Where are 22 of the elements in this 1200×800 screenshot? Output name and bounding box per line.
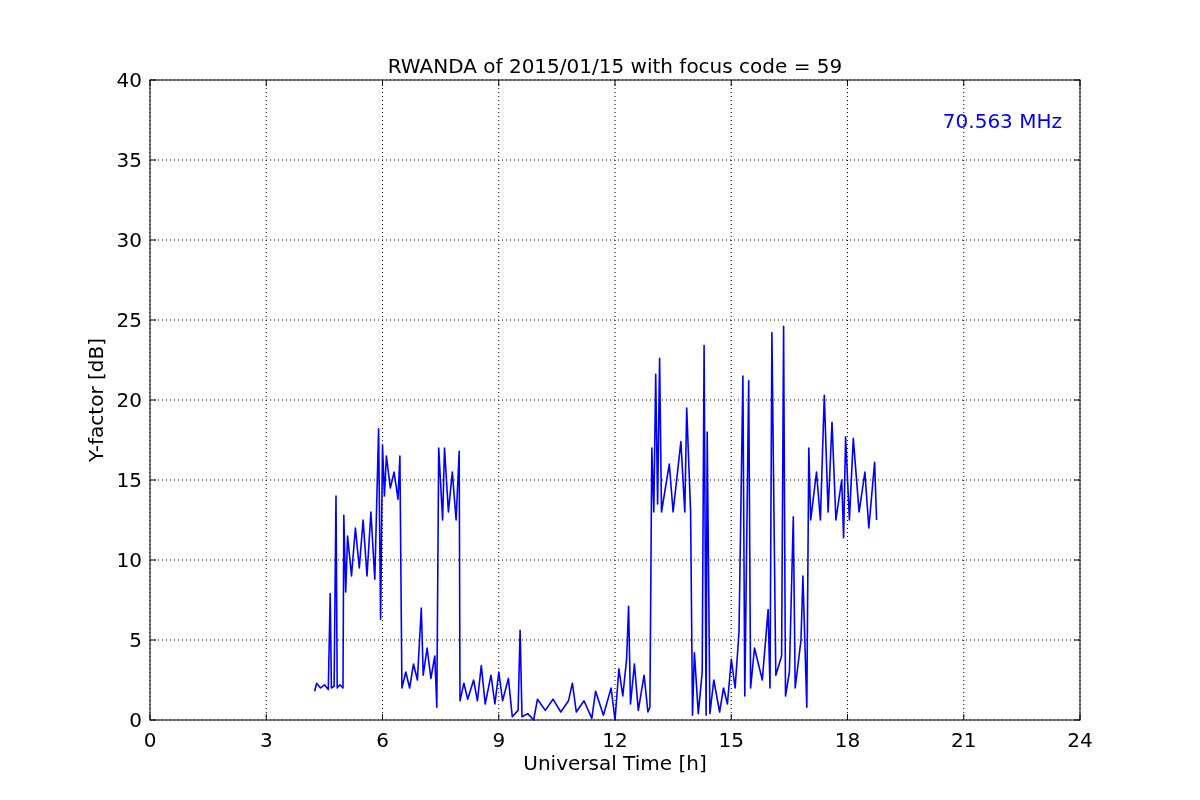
tick-label: 0 (129, 708, 142, 732)
tick-label: 6 (376, 728, 389, 752)
tick-label: 10 (116, 548, 142, 572)
tick-label: 20 (116, 388, 142, 412)
tick-label: 15 (116, 468, 142, 492)
tick-label: 0 (143, 728, 157, 752)
series-label: 70.563 MHz (942, 109, 1062, 133)
tick-label: 21 (951, 728, 977, 752)
tick-label: 35 (116, 148, 142, 172)
tick-label: 15 (718, 728, 744, 752)
x-axis-label: Universal Time [h] (523, 751, 707, 775)
tick-label: 12 (602, 728, 628, 752)
y-axis-label: Y-factor [dB] (84, 338, 108, 462)
tick-label: 18 (834, 728, 861, 752)
tick-label: 3 (259, 728, 273, 752)
chart-title: RWANDA of 2015/01/15 with focus code = 59 (387, 54, 843, 78)
tick-label: 9 (492, 728, 506, 752)
tick-label: 5 (129, 628, 142, 652)
tick-label: 40 (116, 68, 142, 92)
tick-label: 25 (116, 308, 142, 332)
tick-label: 24 (1067, 728, 1093, 752)
tick-label: 30 (116, 228, 142, 252)
